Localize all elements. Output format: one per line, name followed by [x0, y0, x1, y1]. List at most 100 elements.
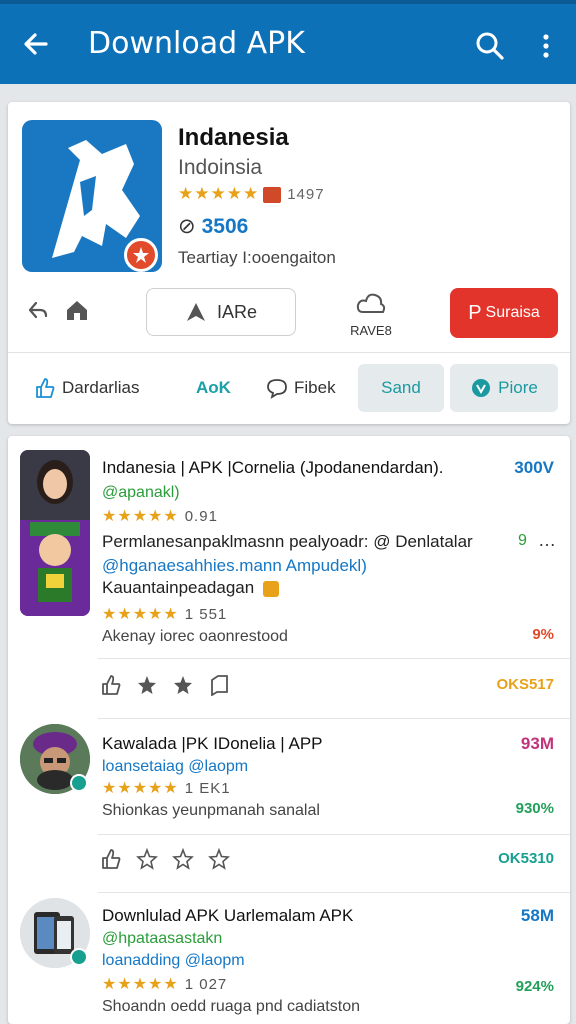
item-actions	[100, 848, 230, 870]
action-feedback[interactable]: Fibek	[266, 364, 336, 412]
rating-stars: ★★★★★	[178, 184, 260, 203]
check-circle-icon	[472, 379, 491, 397]
rave-button[interactable]: RAVE8	[342, 290, 400, 340]
action-sand-button[interactable]: Sand	[358, 364, 444, 412]
rating-score: 0.91	[184, 508, 218, 525]
divider	[98, 718, 570, 719]
item-description: Akenay iorec oaonrestood	[102, 628, 288, 645]
rating-stars: ★★★★★	[102, 606, 179, 623]
action-apk[interactable]: AoK	[196, 364, 231, 412]
rating-stars: ★★★★★	[102, 780, 179, 797]
chat-bubble-icon	[267, 379, 287, 399]
item-tag: 9%	[532, 626, 554, 643]
action-label: AoK	[196, 378, 231, 397]
app-rating: ★★★★★ 1497	[178, 184, 325, 204]
more-horiz-icon[interactable]: …	[538, 530, 556, 551]
star-outline-icon[interactable]	[208, 848, 230, 870]
item-rating-2: ★★★★★ 1 551	[102, 604, 227, 624]
rating-score: 1 551	[184, 606, 228, 623]
list-item[interactable]: Downlulad APK Uarlemalam APK 58M @hpataa…	[8, 898, 570, 1024]
action-label: Piore	[498, 378, 538, 397]
home-icon[interactable]	[64, 298, 90, 322]
item-rating: ★★★★★ 1 027	[102, 974, 227, 994]
star-outline-icon[interactable]	[136, 848, 158, 870]
cloud-icon	[356, 293, 386, 313]
thumbs-up-icon[interactable]	[100, 848, 122, 870]
action-label: Dardarlias	[62, 378, 140, 397]
download-count-value: 3506	[201, 215, 249, 238]
item-description: Shionkas yeunpmanah sanalal	[102, 802, 320, 819]
back-arrow-icon[interactable]	[20, 28, 52, 60]
app-badge-icon	[124, 238, 158, 272]
item-size: 93M	[520, 734, 554, 753]
item-body-extra: 9	[518, 532, 527, 549]
list-item[interactable]: Indanesia | APK |Cornelia (Jpodanendarda…	[8, 436, 570, 716]
item-size: 58M	[520, 906, 554, 925]
item-rating: ★★★★★ 0.91	[102, 506, 218, 526]
emoji-icon	[262, 580, 279, 597]
search-icon[interactable]	[474, 30, 506, 62]
gift-icon	[263, 186, 282, 203]
item-action-tag: OK5310	[498, 850, 554, 867]
bookmark-icon[interactable]	[208, 674, 230, 696]
star-icon[interactable]	[172, 674, 194, 696]
item-handle-2: loanadding @laopm	[102, 952, 245, 969]
item-handle: @hpataasastakn	[102, 930, 223, 947]
avatar-icon	[20, 450, 90, 616]
action-label: Fibek	[294, 378, 336, 397]
share-icon[interactable]	[26, 298, 50, 322]
action-row: Dardarlias AoK Fibek Sand Piore	[8, 360, 570, 416]
divider	[98, 892, 570, 893]
verified-badge-icon	[70, 948, 88, 966]
item-title: Kawalada |PK IDonelia | APP	[102, 734, 323, 753]
action-piore-button[interactable]: Piore	[450, 364, 558, 412]
thumbs-up-icon[interactable]	[100, 674, 122, 696]
divider	[98, 658, 570, 659]
app-subtitle: Indoinsia	[178, 156, 263, 179]
item-size: 300V	[514, 458, 554, 477]
rating-count: 1497	[287, 186, 325, 203]
thumbs-up-icon	[36, 378, 55, 398]
item-handle: @apanakl)	[102, 484, 180, 501]
install-button-label: IARe	[216, 301, 258, 322]
item-body-3: Kauantainpeadagan	[102, 578, 279, 598]
star-icon[interactable]	[136, 674, 158, 696]
primary-action-button[interactable]: P Suraisa	[450, 288, 558, 338]
app-name: Indanesia	[178, 124, 289, 151]
more-vert-icon[interactable]	[536, 30, 556, 62]
item-rating: ★★★★★ 1 EK1	[102, 778, 231, 798]
rating-stars: ★★★★★	[102, 976, 179, 993]
list-item[interactable]: Kawalada |PK IDonelia | APP 93M loanseta…	[8, 724, 570, 884]
rating-score: 1 EK1	[184, 780, 231, 797]
page-title: Download APK	[88, 26, 305, 61]
item-tag: 924%	[515, 978, 554, 995]
developer-name[interactable]: Teartiay I:ooengaiton	[178, 248, 336, 268]
paperclip-icon: ⊘	[178, 215, 196, 238]
rave-label: RAVE8	[350, 323, 392, 338]
apk-list: Indanesia | APK |Cornelia (Jpodanendarda…	[8, 436, 570, 1024]
item-action-tag: OKS517	[496, 676, 554, 693]
item-body-2: @hganaesahhies.mann Ampudekl)	[102, 556, 367, 575]
app-bar: Download APK	[0, 0, 576, 84]
app-icon	[22, 120, 162, 272]
divider	[8, 352, 570, 353]
primary-button-glyph: P	[468, 301, 482, 324]
app-header-card: Indanesia Indoinsia ★★★★★ 1497 ⊘ 3506 Tear…	[8, 102, 570, 424]
item-actions	[100, 674, 230, 696]
primary-button-label: Suraisa	[485, 304, 540, 321]
item-title: Indanesia | APK |Cornelia (Jpodanendarda…	[102, 458, 444, 477]
item-body-3-text: Kauantainpeadagan	[102, 578, 255, 597]
star-icon[interactable]	[172, 848, 194, 870]
rating-score: 1 027	[184, 976, 228, 993]
install-button[interactable]: IARe	[146, 288, 296, 336]
action-label: Sand	[381, 378, 421, 397]
verified-badge-icon	[70, 774, 88, 792]
action-dardarlias[interactable]: Dardarlias	[34, 364, 139, 412]
download-count: ⊘ 3506	[178, 214, 248, 239]
install-icon	[186, 303, 205, 321]
rating-stars: ★★★★★	[102, 508, 179, 525]
item-tag: 930%	[515, 800, 554, 817]
item-handle: loansetaiag @laopm	[102, 758, 249, 775]
app-thumbnail	[20, 450, 90, 616]
divider	[98, 834, 570, 835]
